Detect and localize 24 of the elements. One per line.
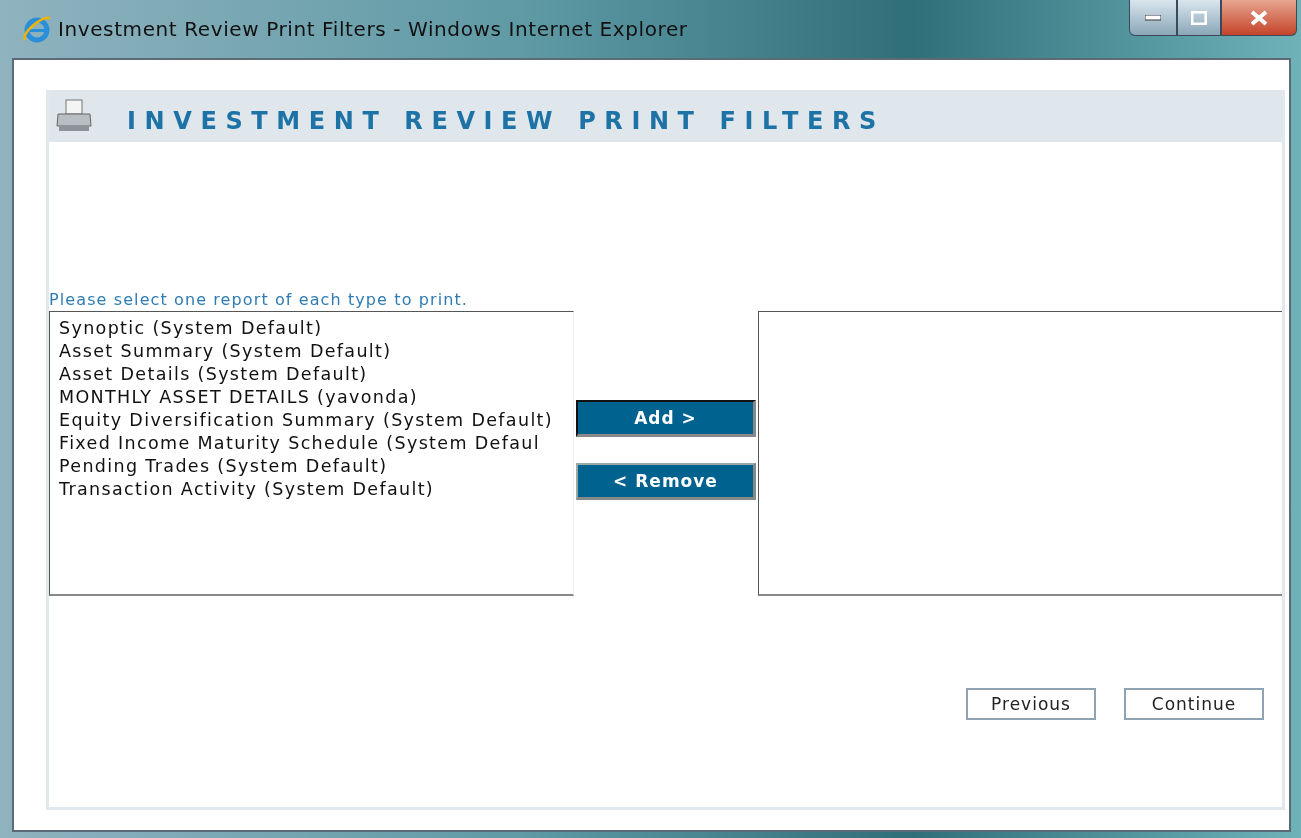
page-title: INVESTMENT REVIEW PRINT FILTERS — [127, 107, 885, 135]
maximize-icon — [1191, 10, 1207, 25]
continue-button[interactable]: Continue — [1124, 688, 1264, 720]
window-title: Investment Review Print Filters - Windows Internet Explorer — [58, 17, 688, 41]
report-option[interactable]: Asset Details (System Default) — [59, 363, 368, 386]
report-option[interactable]: MONTHLY ASSET DETAILS (yavonda) — [59, 386, 418, 409]
instruction-text: Please select one report of each type to print. — [49, 290, 469, 309]
previous-button[interactable]: Previous — [966, 688, 1096, 720]
report-option[interactable]: Transaction Activity (System Default) — [59, 478, 435, 501]
report-option[interactable]: Fixed Income Maturity Schedule (System Defaul — [59, 432, 540, 455]
minimize-button[interactable] — [1129, 0, 1177, 36]
report-option[interactable]: Asset Summary (System Default) — [59, 340, 392, 363]
minimize-icon — [1145, 14, 1161, 21]
printer-icon — [55, 98, 93, 134]
add-button[interactable]: Add > — [576, 400, 756, 437]
report-option[interactable]: Synoptic (System Default) — [59, 317, 323, 340]
available-reports-list[interactable] — [49, 311, 574, 596]
maximize-button[interactable] — [1177, 0, 1221, 36]
close-button[interactable] — [1221, 0, 1297, 36]
report-option[interactable]: Equity Diversification Summary (System Default) — [59, 409, 553, 432]
remove-button[interactable]: < Remove — [576, 463, 756, 500]
browser-logo-icon — [22, 14, 52, 44]
close-icon — [1250, 9, 1268, 26]
report-option[interactable]: Pending Trades (System Default) — [59, 455, 388, 478]
